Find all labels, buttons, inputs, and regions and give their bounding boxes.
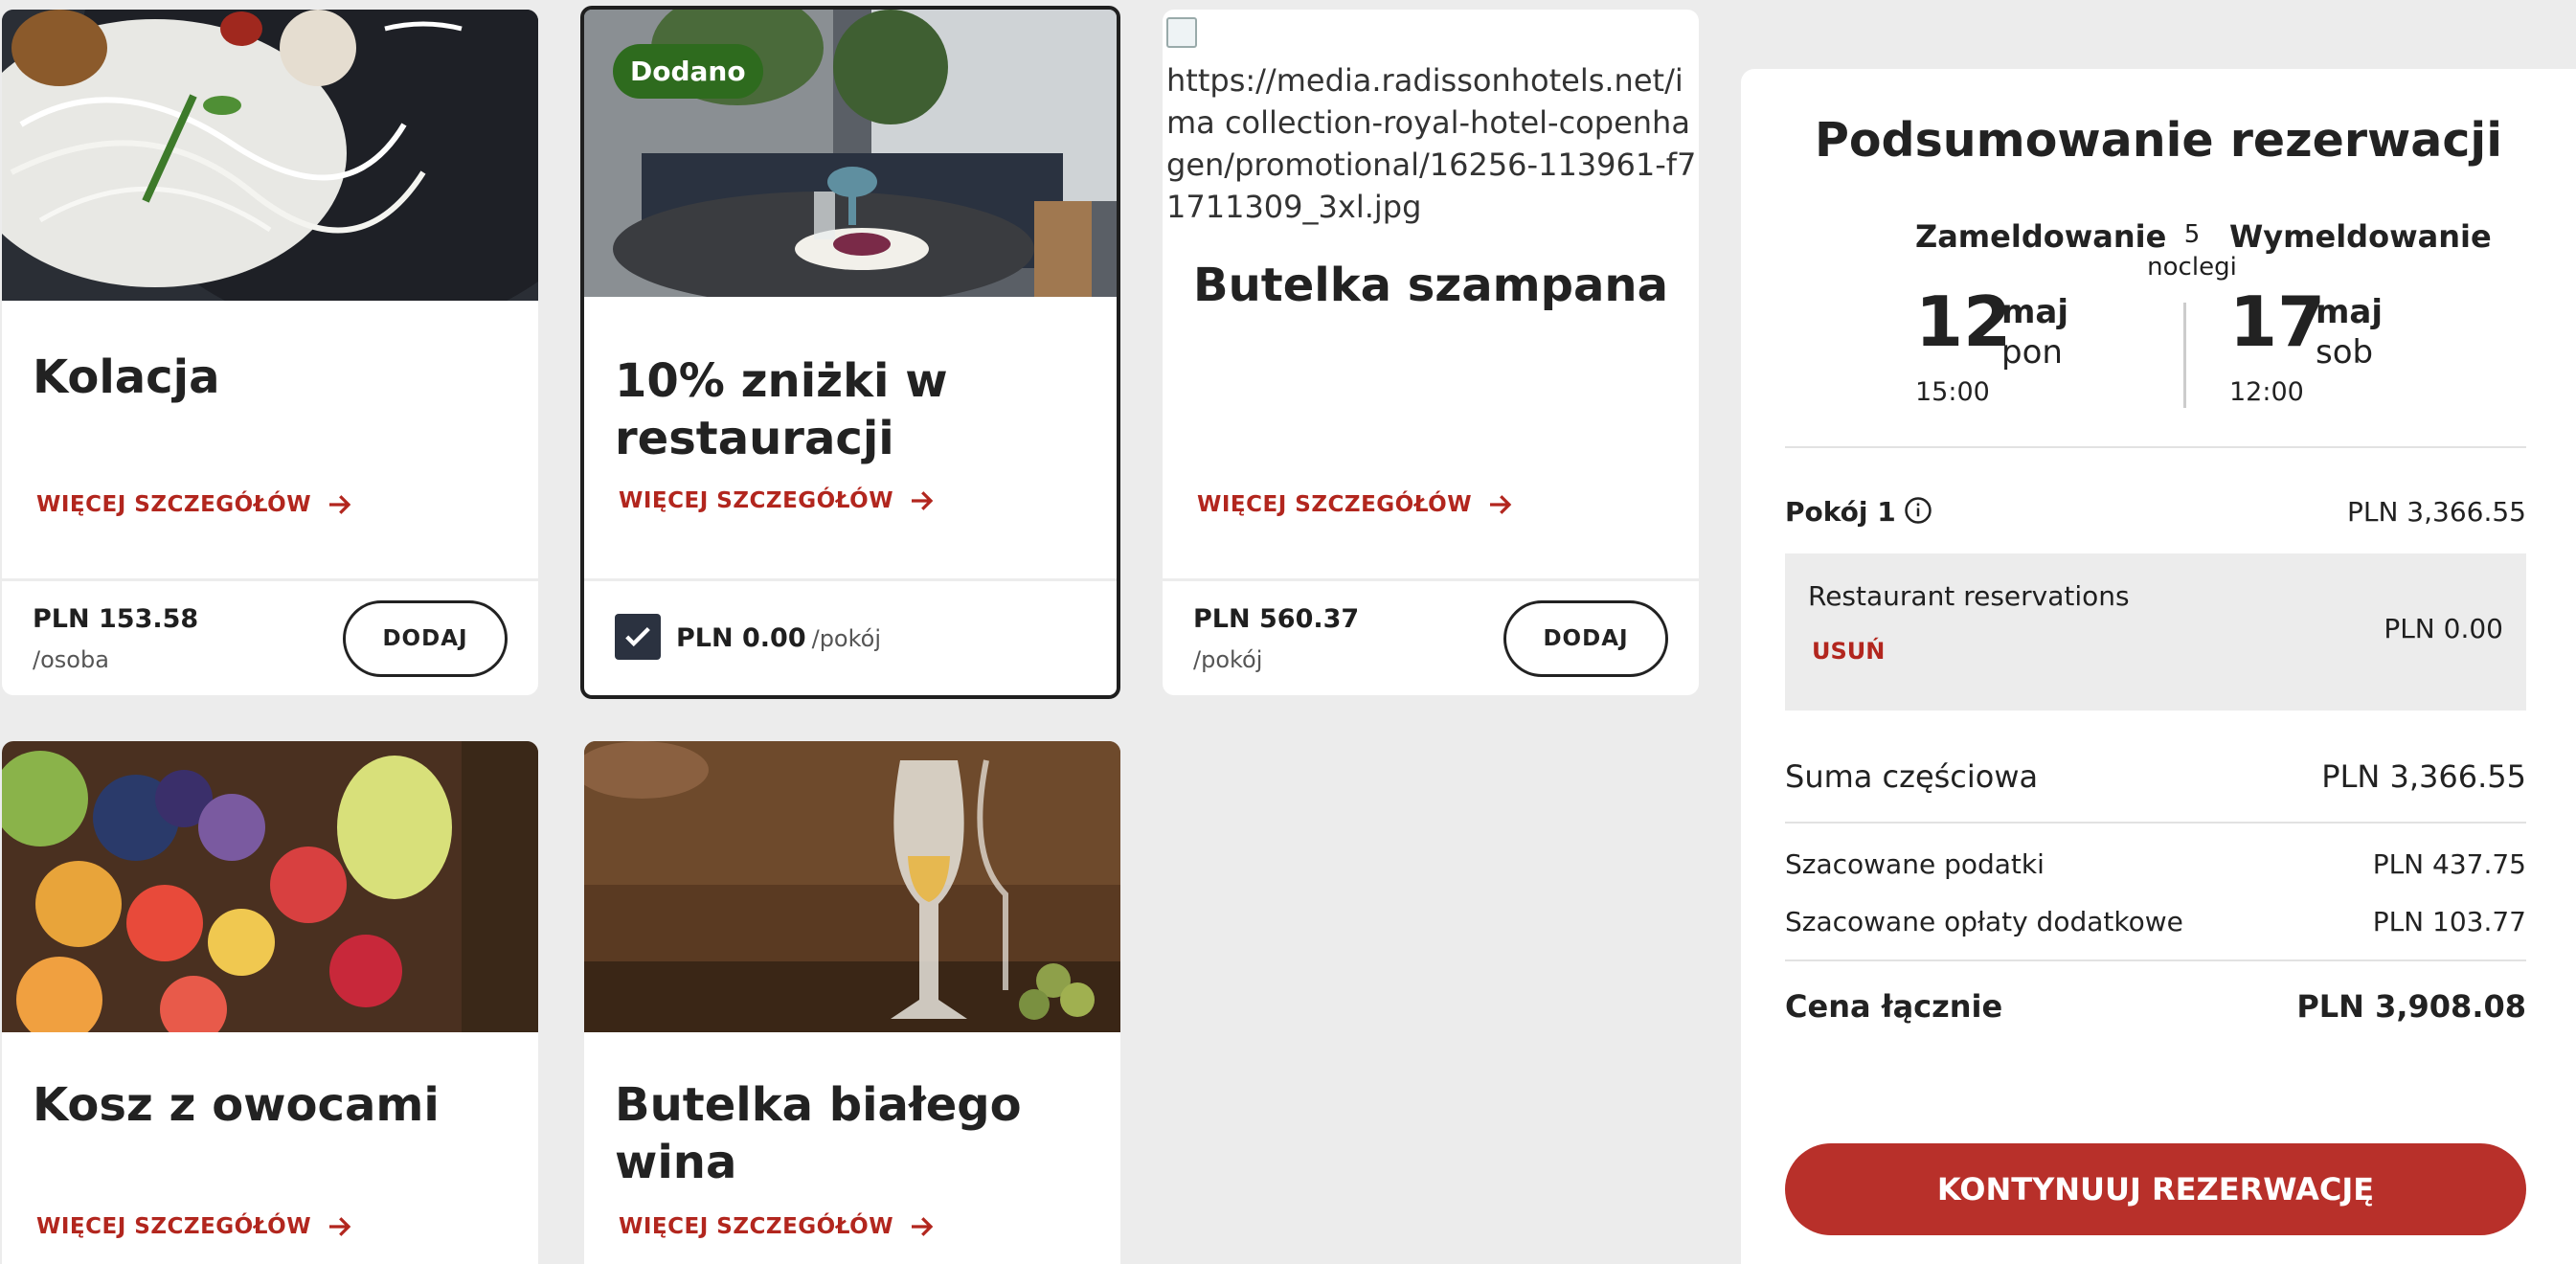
fees-label: Szacowane opłaty dodatkowe [1785, 906, 2183, 937]
arrow-right-icon [329, 1217, 351, 1236]
checkout-weekday: sob [2316, 333, 2374, 372]
summary-title: Podsumowanie rezerwacji [1814, 113, 2502, 168]
card-footer: PLN 560.37 /pokój DODAJ [1163, 578, 1699, 695]
more-details-label: WIĘCEJ SZCZEGÓŁÓW [36, 492, 312, 517]
addon-box: Restaurant reservations USUŃ PLN 0.00 [1785, 553, 2526, 711]
room-label: Pokój 1 [1785, 496, 1896, 528]
more-details-link[interactable]: WIĘCEJ SZCZEGÓŁÓW [619, 1212, 936, 1241]
offer-card-champagne: https://media.radissonhotels.net/ima col… [1163, 10, 1699, 695]
price: PLN 153.58 [33, 604, 199, 634]
broken-image: https://media.radissonhotels.net/ima col… [1163, 17, 1699, 228]
subtotal-value: PLN 3,366.55 [2321, 758, 2526, 795]
offer-card-fruit-basket: Kosz z owocami WIĘCEJ SZCZEGÓŁÓW [2, 741, 538, 1264]
taxes-label: Szacowane podatki [1785, 848, 2045, 880]
arrow-right-icon [1490, 495, 1512, 514]
price-unit: /osoba [33, 646, 109, 673]
price: PLN 0.00/pokój [676, 623, 881, 653]
card-footer: PLN 0.00/pokój [584, 578, 1117, 695]
card-footer: PLN 153.58 /osoba DODAJ [2, 578, 538, 695]
arrow-right-icon [912, 1217, 934, 1236]
more-details-link[interactable]: WIĘCEJ SZCZEGÓŁÓW [36, 1212, 353, 1241]
added-checkbox[interactable] [615, 614, 661, 660]
price-unit: /pokój [811, 625, 882, 652]
wine-image [584, 741, 1120, 1032]
checkout-time: 12:00 [2229, 377, 2304, 407]
card-title: Kolacja [33, 350, 220, 404]
checkin-month: maj [2001, 293, 2069, 331]
fees-value: PLN 103.77 [2372, 906, 2526, 937]
card-title: Kosz z owocami [33, 1078, 440, 1132]
nights-label: noclegi [2147, 253, 2237, 282]
card-title: 10% zniżki w restauracji [615, 354, 948, 465]
offer-card-restaurant-discount: Dodano 10% zniżki w restauracji WIĘCEJ S… [580, 6, 1120, 699]
checkin-day: 12 [1915, 282, 2012, 362]
date-divider [2183, 303, 2186, 408]
divider [1785, 959, 2526, 961]
offer-card-white-wine: Butelka białego wina WIĘCEJ SZCZEGÓŁÓW [584, 741, 1120, 1264]
add-button[interactable]: DODAJ [343, 600, 508, 677]
addon-price: PLN 0.00 [2384, 613, 2503, 644]
total-value: PLN 3,908.08 [2296, 988, 2526, 1025]
checkmark-icon [625, 626, 650, 647]
dinner-image [2, 10, 538, 301]
nights-number: 5 [2183, 220, 2201, 249]
card-title: Butelka szampana [1193, 259, 1668, 312]
more-details-label: WIĘCEJ SZCZEGÓŁÓW [36, 1214, 312, 1239]
arrow-right-icon [912, 491, 934, 510]
info-icon[interactable] [1904, 496, 1932, 525]
checkout-day: 17 [2229, 282, 2326, 362]
broken-image-alt: https://media.radissonhotels.net/ima col… [1166, 62, 1697, 225]
more-details-label: WIĘCEJ SZCZEGÓŁÓW [619, 488, 894, 513]
card-title: Butelka białego wina [615, 1078, 1022, 1189]
subtotal-label: Suma częściowa [1785, 758, 2039, 795]
addon-name: Restaurant reservations [1808, 580, 2130, 612]
checkin-weekday: pon [2001, 333, 2063, 372]
broken-image-icon [1166, 17, 1197, 48]
offer-card-dinner: Kolacja WIĘCEJ SZCZEGÓŁÓW PLN 153.58 /os… [2, 10, 538, 695]
checkin-time: 15:00 [1915, 377, 1990, 407]
price: PLN 560.37 [1193, 604, 1360, 634]
fruit-image [2, 741, 538, 1032]
divider [1785, 446, 2526, 448]
booking-summary: Podsumowanie rezerwacji Zameldowanie 5 n… [1741, 69, 2576, 1264]
arrow-right-icon [329, 495, 351, 514]
taxes-value: PLN 437.75 [2372, 848, 2526, 880]
added-badge: Dodano [613, 44, 763, 99]
room-price: PLN 3,366.55 [2346, 496, 2526, 528]
total-label: Cena łącznie [1785, 988, 2003, 1025]
continue-booking-button[interactable]: KONTYNUUJ REZERWACJĘ [1785, 1143, 2526, 1235]
more-details-label: WIĘCEJ SZCZEGÓŁÓW [1197, 492, 1473, 517]
divider [1785, 822, 2526, 824]
price-value: PLN 0.00 [676, 623, 806, 653]
more-details-label: WIĘCEJ SZCZEGÓŁÓW [619, 1214, 894, 1239]
more-details-link[interactable]: WIĘCEJ SZCZEGÓŁÓW [1197, 490, 1514, 519]
more-details-link[interactable]: WIĘCEJ SZCZEGÓŁÓW [619, 486, 936, 515]
checkout-label: Wymeldowanie [2229, 218, 2492, 255]
price-unit: /pokój [1193, 646, 1263, 673]
add-button[interactable]: DODAJ [1503, 600, 1668, 677]
more-details-link[interactable]: WIĘCEJ SZCZEGÓŁÓW [36, 490, 353, 519]
remove-link[interactable]: USUŃ [1812, 638, 1885, 665]
checkout-month: maj [2316, 293, 2384, 331]
checkin-label: Zameldowanie [1915, 218, 2167, 255]
